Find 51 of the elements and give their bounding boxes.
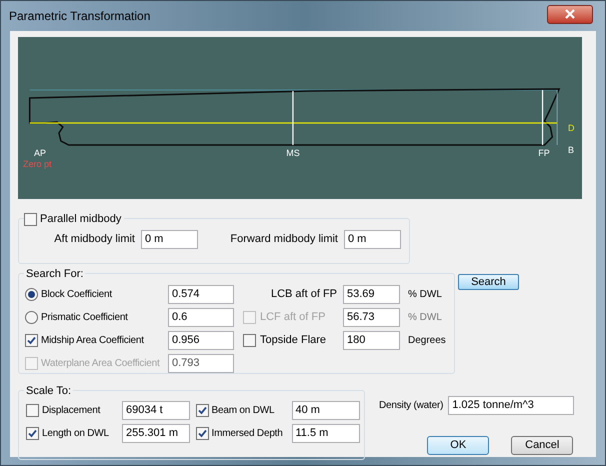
- dialog-button[interactable]: OK: [427, 436, 490, 455]
- input-field[interactable]: 0.956: [168, 331, 234, 350]
- station-label: MS: [286, 148, 300, 158]
- origin-label: Zero pt: [23, 159, 52, 169]
- level-label: B: [568, 145, 574, 155]
- option-label: LCF aft of FP: [260, 310, 326, 326]
- input-field[interactable]: 255.301 m: [122, 424, 190, 443]
- checkbox-label: Immersed Depth: [212, 427, 283, 441]
- checkbox[interactable]: [196, 404, 208, 417]
- checkbox-label: Beam on DWL: [212, 404, 274, 418]
- input-field[interactable]: 0.574: [168, 285, 234, 304]
- input-field[interactable]: 53.69: [343, 285, 400, 304]
- density-label: Density (water): [379, 399, 444, 413]
- unit-label: % DWL: [408, 311, 442, 325]
- unit-label: % DWL: [408, 288, 442, 302]
- option-label: LCB aft of FP: [270, 287, 337, 302]
- option-label: Block Coefficient: [41, 288, 112, 302]
- search-button[interactable]: Search: [458, 274, 519, 290]
- checkbox[interactable]: [26, 427, 39, 440]
- checkbox[interactable]: [24, 212, 37, 226]
- close-button[interactable]: [547, 4, 593, 24]
- unit-label: Degrees: [408, 334, 446, 348]
- checkbox[interactable]: [26, 404, 39, 417]
- station-label: FP: [538, 148, 550, 158]
- radio-button[interactable]: [25, 288, 38, 301]
- input-field[interactable]: 40 m: [292, 401, 360, 420]
- option-label: Midship Area Coefficient: [41, 334, 144, 348]
- checkbox[interactable]: [25, 334, 38, 347]
- field-label: Aft midbody limit: [54, 232, 135, 248]
- radio-button[interactable]: [25, 311, 38, 324]
- checkbox-label: Parallel midbody: [40, 212, 122, 227]
- checkbox-label: Displacement: [42, 404, 100, 418]
- checkbox[interactable]: [243, 334, 256, 347]
- input-field[interactable]: 0 m: [141, 230, 198, 249]
- station-label: AP: [34, 148, 46, 158]
- input-field[interactable]: 1.025 tonne/m^3: [448, 396, 574, 415]
- input-field[interactable]: 69034 t: [122, 401, 190, 420]
- level-label: D: [568, 123, 574, 133]
- checkbox[interactable]: [196, 427, 208, 440]
- input-field[interactable]: 180: [343, 331, 400, 350]
- close-icon: [565, 9, 575, 19]
- checkbox-label: Length on DWL: [42, 427, 109, 441]
- option-label: Prismatic Coefficient: [41, 311, 128, 325]
- dialog-button[interactable]: Cancel: [511, 436, 574, 455]
- option-label: Topside Flare: [260, 333, 326, 348]
- option-label: Waterplane Area Coefficient: [41, 357, 160, 371]
- field-label: Forward midbody limit: [230, 232, 338, 248]
- input-field[interactable]: 0.6: [168, 308, 234, 327]
- input-field[interactable]: 11.5 m: [292, 424, 360, 443]
- input-field[interactable]: 0 m: [344, 230, 401, 249]
- window-title: Parametric Transformation: [9, 8, 150, 25]
